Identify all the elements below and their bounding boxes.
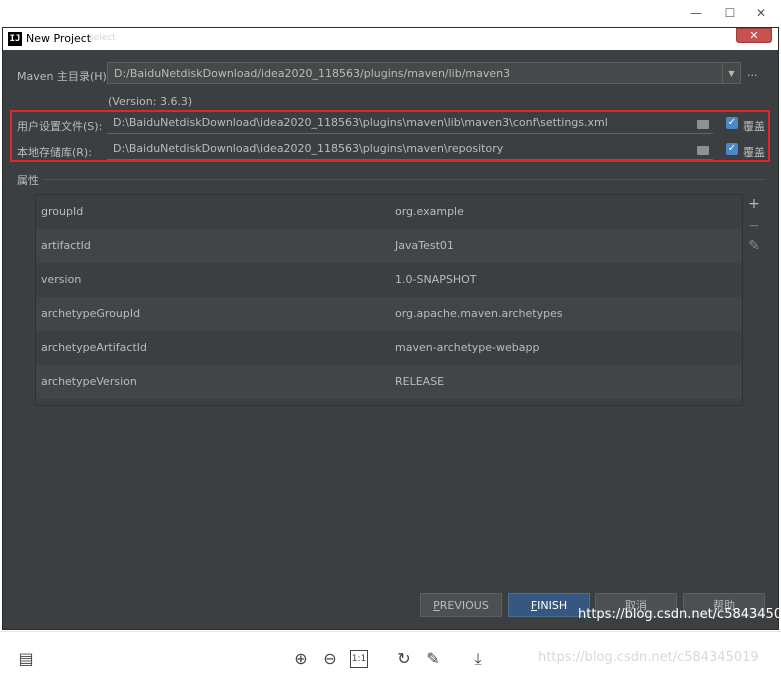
maven-version-text: (Version: 3.6.3): [108, 95, 193, 108]
table-row[interactable]: groupId org.example: [36, 195, 742, 229]
rotate-icon[interactable]: ↻: [394, 649, 414, 669]
finish-label: INISH: [537, 599, 568, 612]
edit-icon[interactable]: ✎: [423, 649, 443, 669]
property-value: org.example: [395, 205, 464, 218]
local-repo-label: 本地存储库(R):: [17, 146, 92, 159]
properties-table: groupId org.example artifactId JavaTest0…: [35, 194, 743, 406]
property-value: RELEASE: [395, 375, 445, 388]
viewer-titlebar: — ☐ ✕: [0, 0, 781, 26]
property-value: 1.0-SNAPSHOT: [395, 273, 477, 286]
previous-label: REVIOUS: [439, 599, 489, 612]
chevron-down-icon[interactable]: ▼: [722, 63, 740, 83]
dialog-title-blurred: select: [89, 33, 116, 43]
new-project-dialog: IJ New Project select ✕ Maven 主目录(H): D:…: [2, 27, 781, 630]
download-icon[interactable]: ⤓: [468, 649, 488, 669]
property-key: groupId: [41, 205, 84, 218]
edit-property-button[interactable]: ✎: [747, 238, 761, 254]
dialog-title: New Project: [26, 32, 92, 45]
folder-icon[interactable]: [697, 146, 709, 155]
table-row[interactable]: archetypeArtifactId maven-archetype-weba…: [36, 331, 742, 365]
properties-section-title: 属性: [17, 174, 39, 187]
previous-mnemonic: P: [433, 599, 440, 612]
maven-home-label: Maven 主目录(H):: [17, 70, 111, 83]
folder-icon[interactable]: [697, 120, 709, 129]
actual-size-icon[interactable]: 1:1: [350, 650, 368, 668]
maven-home-value: D:/BaiduNetdiskDownload/idea2020_118563/…: [114, 67, 511, 80]
override-settings-label: 覆盖: [743, 120, 765, 133]
dialog-close-button[interactable]: ✕: [736, 28, 772, 43]
minimize-button[interactable]: —: [686, 3, 706, 23]
zoom-out-icon[interactable]: ⊖: [320, 649, 340, 669]
override-repo-label: 覆盖: [743, 146, 765, 159]
dialog-titlebar: IJ New Project select ✕: [3, 28, 778, 50]
zoom-in-icon[interactable]: ⊕: [291, 649, 311, 669]
remove-property-button[interactable]: −: [747, 218, 761, 234]
maximize-button[interactable]: ☐: [720, 3, 740, 23]
close-button[interactable]: ✕: [751, 3, 771, 23]
previous-button[interactable]: PREVIOUS: [420, 593, 502, 617]
user-settings-field[interactable]: D:\BaiduNetdiskDownload\idea2020_118563\…: [107, 112, 713, 134]
user-settings-label: 用户设置文件(S):: [17, 120, 103, 133]
property-value: org.apache.maven.archetypes: [395, 307, 563, 320]
table-row[interactable]: version 1.0-SNAPSHOT: [36, 263, 742, 297]
add-property-button[interactable]: +: [747, 196, 761, 212]
browse-button[interactable]: ...: [747, 66, 758, 79]
property-key: archetypeGroupId: [41, 307, 141, 320]
table-row[interactable]: archetypeVersion RELEASE: [36, 365, 742, 399]
intellij-logo-icon: IJ: [8, 32, 22, 46]
viewer-toolbar: ▤ ⊕ ⊖ 1:1 ↻ ✎ ⤓ https://blog.csdn.net/c5…: [0, 631, 781, 691]
thumbnail-panel-icon[interactable]: ▤: [16, 649, 36, 669]
property-key: archetypeArtifactId: [41, 341, 147, 354]
property-key: version: [41, 273, 82, 286]
override-settings-checkbox[interactable]: ✓: [726, 117, 738, 129]
maven-home-combobox[interactable]: D:/BaiduNetdiskDownload/idea2020_118563/…: [107, 62, 741, 84]
user-settings-value: D:\BaiduNetdiskDownload\idea2020_118563\…: [113, 116, 608, 129]
table-row[interactable]: archetypeGroupId org.apache.maven.archet…: [36, 297, 742, 331]
section-divider: [43, 179, 765, 180]
property-value: JavaTest01: [395, 239, 454, 252]
local-repo-value: D:\BaiduNetdiskDownload\idea2020_118563\…: [113, 142, 504, 155]
property-key: archetypeVersion: [41, 375, 137, 388]
property-key: artifactId: [41, 239, 91, 252]
property-value: maven-archetype-webapp: [395, 341, 540, 354]
watermark-text: https://blog.csdn.net/c584345019: [578, 607, 781, 622]
image-viewer-window: — ☐ ✕ IJ New Project select ✕ Maven 主目录(…: [0, 0, 781, 691]
table-row[interactable]: artifactId JavaTest01: [36, 229, 742, 263]
override-repo-checkbox[interactable]: ✓: [726, 143, 738, 155]
local-repo-field[interactable]: D:\BaiduNetdiskDownload\idea2020_118563\…: [107, 138, 713, 160]
watermark-text: https://blog.csdn.net/c584345019: [538, 650, 759, 665]
